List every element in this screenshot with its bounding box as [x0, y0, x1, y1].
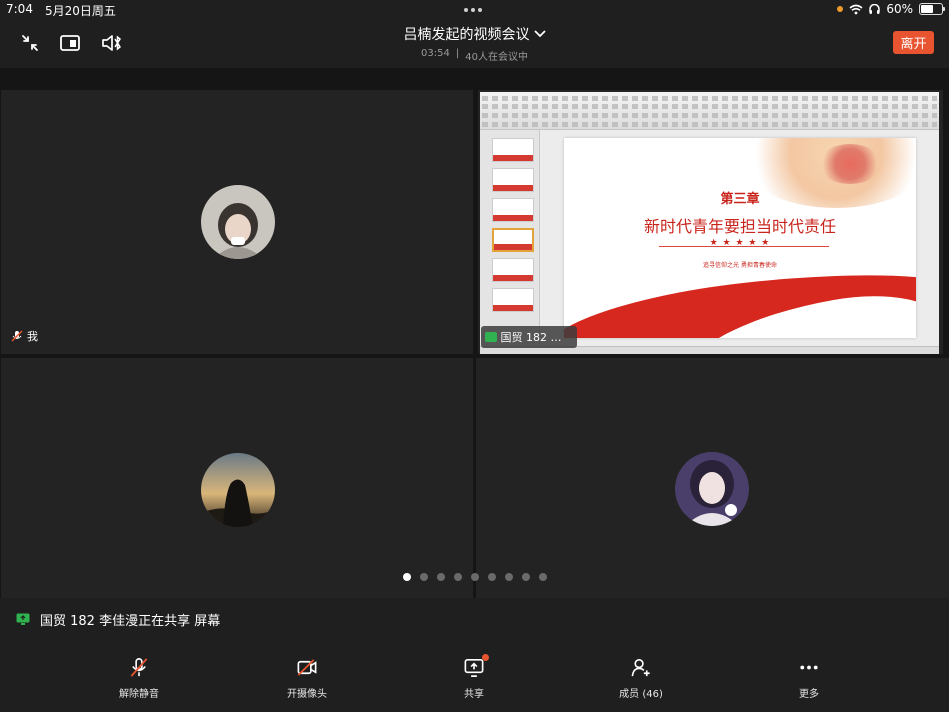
video-tile-screen-share[interactable]: 第三章 新时代青年要担当时代责任 ★ ★ ★ ★ ★ 追寻信仰之光 勇担青春使命…: [478, 90, 943, 354]
current-slide: 第三章 新时代青年要担当时代责任 ★ ★ ★ ★ ★ 追寻信仰之光 勇担青春使命: [564, 138, 916, 338]
avatar-participant-3: [675, 452, 749, 526]
sharer-label: 国贸 182 李...: [481, 326, 577, 348]
meeting-toolbar: 解除静音 开摄像头 共享 成员 (46) 更多: [0, 640, 949, 712]
page-dot[interactable]: [471, 573, 479, 581]
ppt-ribbon: [480, 92, 939, 130]
wifi-icon: [849, 4, 863, 14]
share-notice-text: 国贸 182 李佳漫正在共享 屏幕: [40, 613, 221, 629]
slide-chapter: 第三章: [720, 192, 760, 207]
page-dot[interactable]: [403, 573, 411, 581]
page-dot[interactable]: [420, 573, 428, 581]
screen-share-icon: [485, 332, 497, 342]
status-time: 7:04: [6, 2, 33, 16]
multitask-dots-icon[interactable]: [464, 8, 482, 12]
slide-title: 新时代青年要担当时代责任: [643, 217, 836, 236]
sharer-name: 国贸 182 李...: [500, 331, 570, 344]
ppt-thumbnails: [480, 130, 540, 350]
video-tile-participant-3[interactable]: [476, 358, 949, 598]
shared-screen-powerpoint: 第三章 新时代青年要担当时代责任 ★ ★ ★ ★ ★ 追寻信仰之光 勇担青春使命: [480, 92, 939, 354]
camera-off-icon: [297, 659, 317, 676]
mic-off-icon: [130, 658, 148, 677]
camera-label: 开摄像头: [287, 689, 327, 700]
headphones-icon: [869, 3, 881, 14]
status-bar: 7:04 5月20日周五 60%: [0, 0, 949, 20]
meeting-title[interactable]: 吕楠发起的视频会议: [404, 24, 546, 44]
members-label: 成员 (46): [619, 689, 663, 700]
more-dots-icon: [800, 665, 818, 670]
mic-muted-icon: [11, 330, 23, 342]
page-dot[interactable]: [454, 573, 462, 581]
page-dot[interactable]: [539, 573, 547, 581]
avatar-self: [201, 185, 275, 259]
page-dot[interactable]: [505, 573, 513, 581]
share-badge-dot: [482, 654, 489, 661]
mic-indicator-dot: [837, 6, 844, 12]
screen-share-icon: [16, 613, 30, 625]
meeting-duration: 03:54: [421, 48, 450, 59]
share-notice-bar: 国贸 182 李佳漫正在共享 屏幕: [0, 598, 949, 640]
emblem-icon: [818, 144, 882, 184]
meeting-title-text: 吕楠发起的视频会议: [403, 27, 530, 43]
unmute-button[interactable]: 解除静音: [94, 656, 184, 700]
meeting-sub-separator: |: [455, 48, 460, 59]
avatar-participant-2: [201, 453, 275, 527]
battery-percent: 60%: [886, 2, 913, 16]
members-button[interactable]: 成员 (46): [596, 656, 686, 700]
meeting-header: 吕楠发起的视频会议 03:54 | 40人在会议中 离开: [0, 20, 949, 68]
page-dot[interactable]: [488, 573, 496, 581]
video-tile-self[interactable]: 我: [1, 90, 473, 354]
slide-subtitle: 追寻信仰之光 勇担青春使命: [703, 262, 777, 269]
self-label: 我: [11, 328, 38, 344]
slide-stars: ★ ★ ★ ★ ★: [709, 238, 771, 248]
members-add-icon: [631, 659, 650, 677]
more-button[interactable]: 更多: [764, 656, 854, 700]
share-label: 共享: [464, 689, 484, 700]
status-date: 5月20日周五: [44, 4, 116, 18]
page-dot[interactable]: [522, 573, 530, 581]
participants-count: 40人在会议中: [465, 52, 528, 63]
self-name: 我: [27, 330, 38, 343]
battery-icon: [919, 3, 945, 15]
leave-button[interactable]: 离开: [893, 31, 934, 54]
video-grid: 我 第三章 新时代青年要担当时代责任 ★ ★ ★ ★ ★ 追寻信仰之光 勇担青春…: [0, 68, 949, 598]
camera-on-button[interactable]: 开摄像头: [262, 656, 352, 700]
unmute-label: 解除静音: [119, 689, 159, 700]
video-tile-participant-2[interactable]: [1, 358, 473, 598]
page-dot[interactable]: [437, 573, 445, 581]
page-indicator[interactable]: [403, 573, 547, 581]
share-button[interactable]: 共享: [429, 654, 519, 700]
more-label: 更多: [799, 689, 819, 700]
chevron-down-icon: [533, 30, 546, 38]
